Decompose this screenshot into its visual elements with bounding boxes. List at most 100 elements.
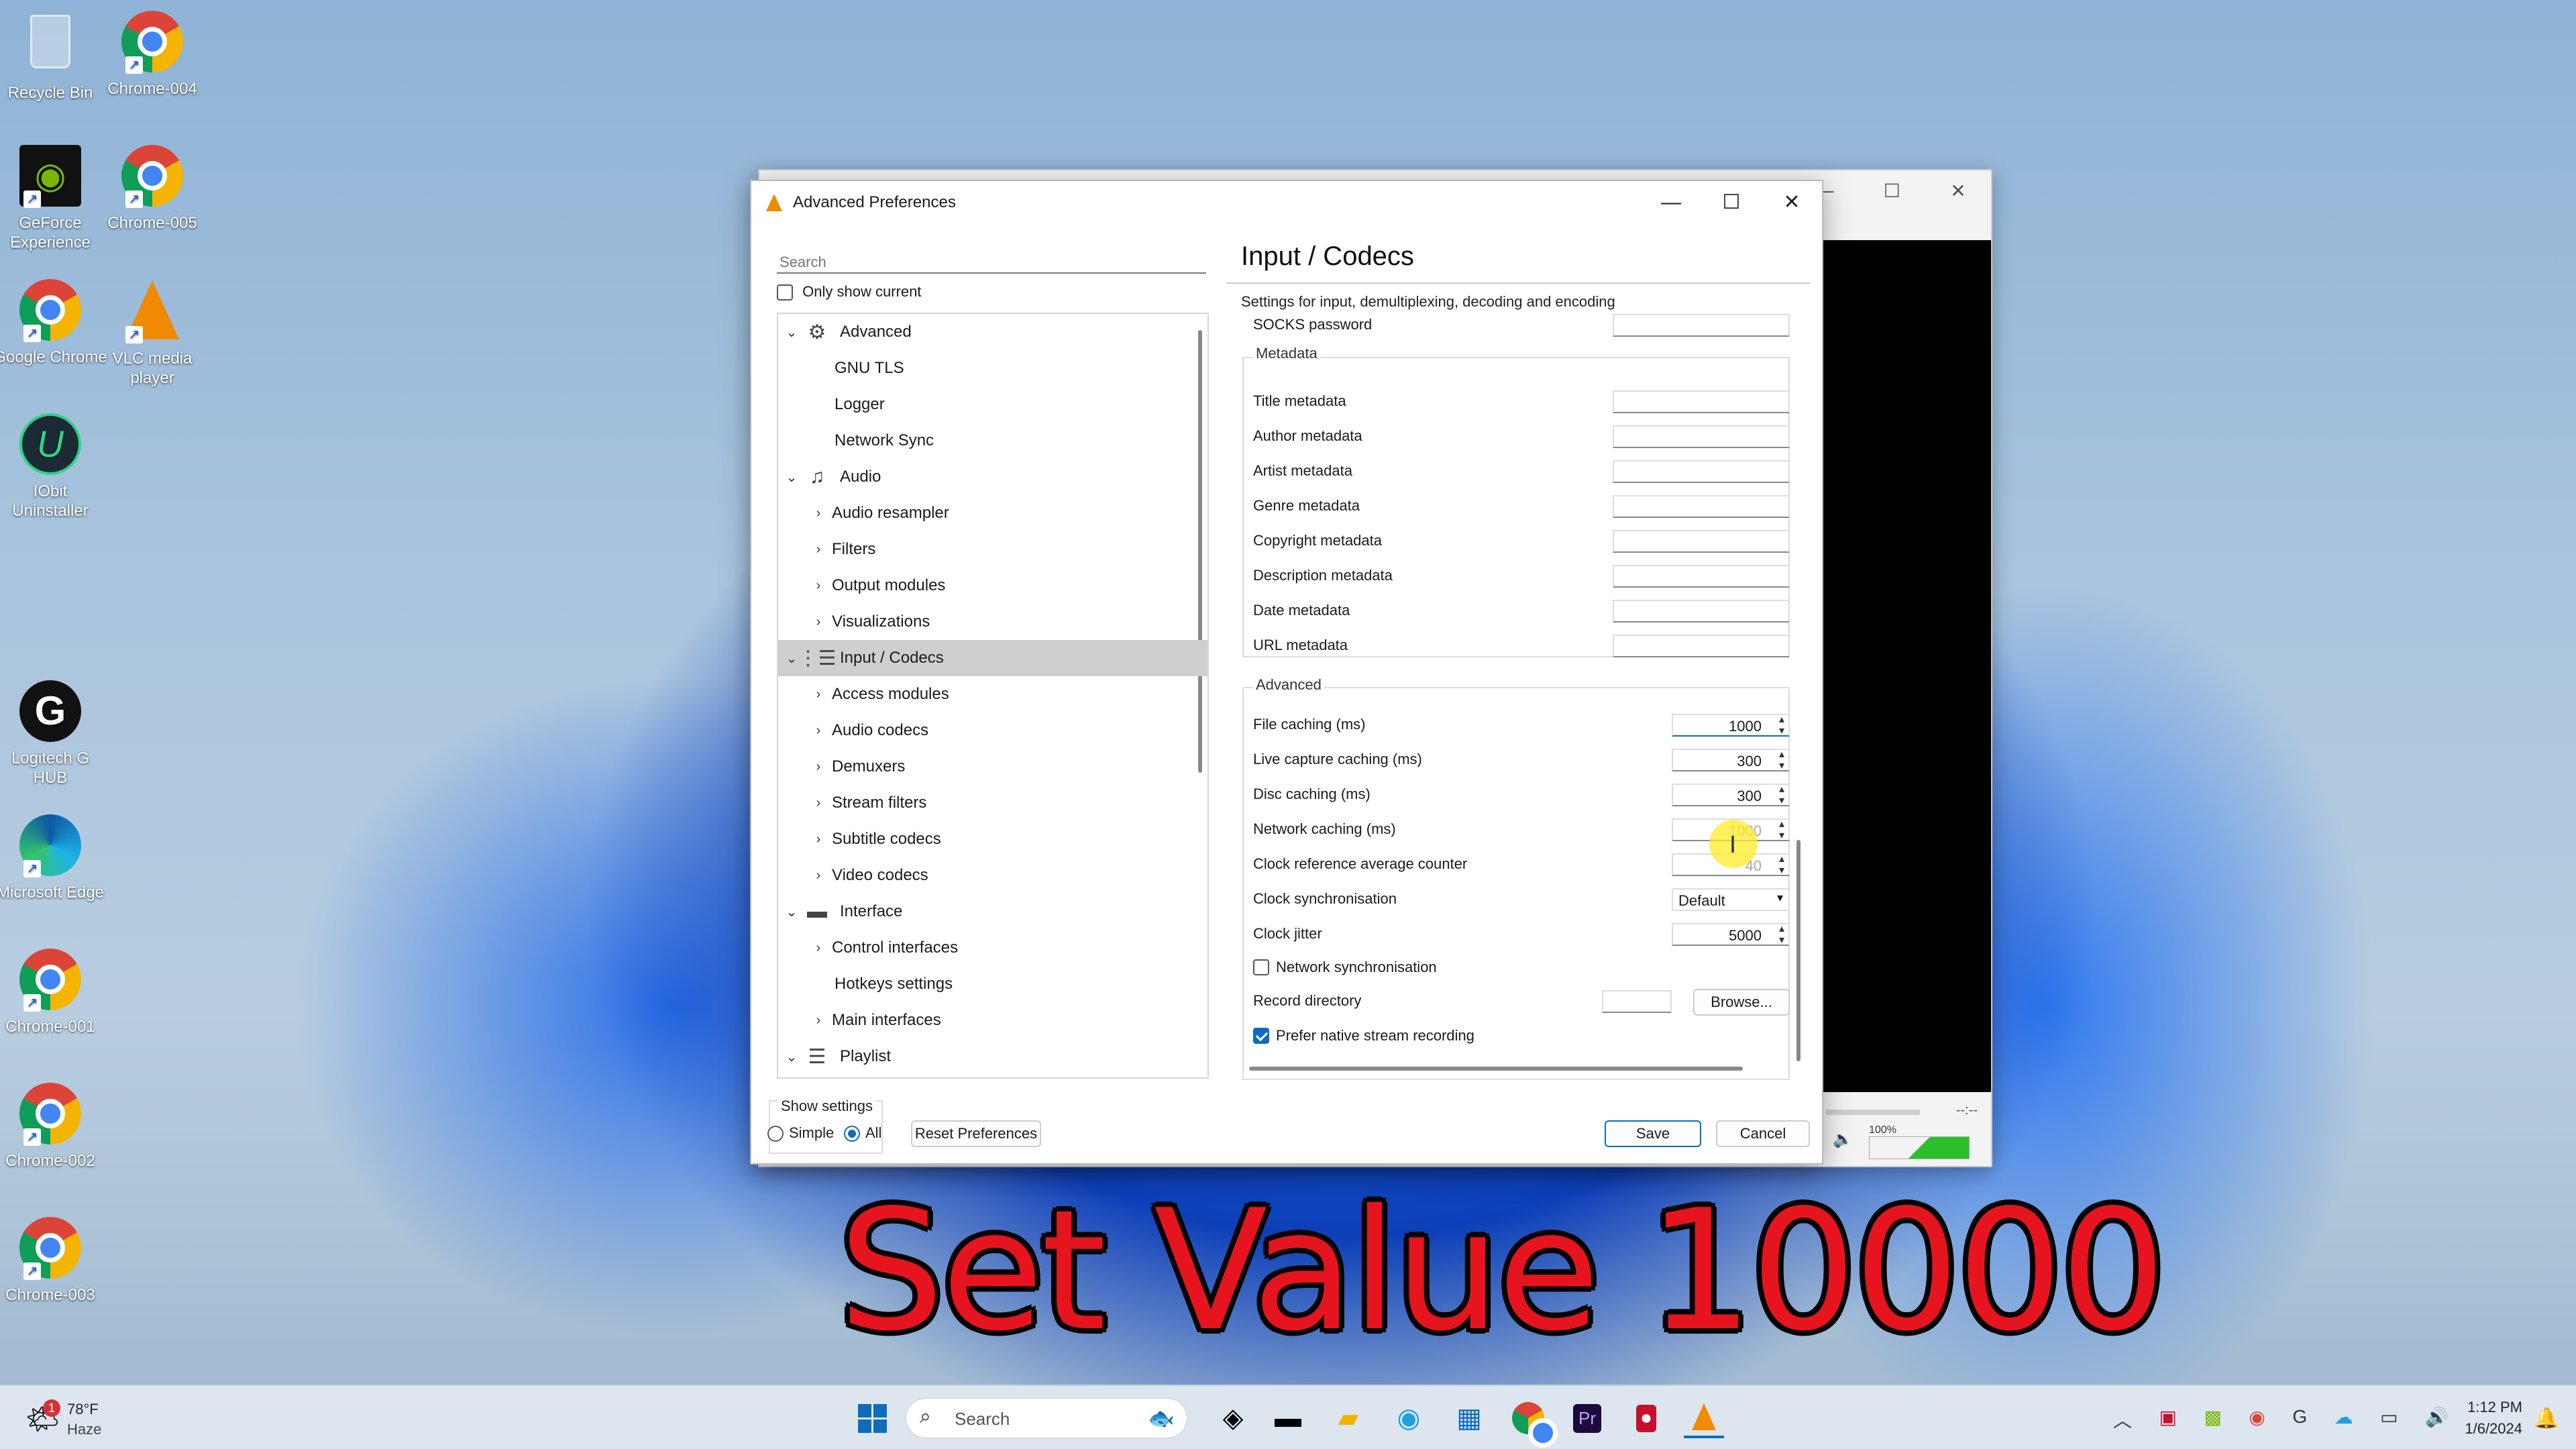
tree-item-interface[interactable]: ⌄ ▬ Interface: [778, 894, 1208, 930]
reset-preferences-button[interactable]: Reset Preferences: [911, 1120, 1041, 1147]
tree-item-subtitle-codecs[interactable]: › Subtitle codecs: [778, 821, 1208, 857]
chevron-up-icon[interactable]: ︿: [2113, 1406, 2132, 1433]
chevron-right-icon[interactable]: ›: [805, 506, 832, 521]
chevron-right-icon[interactable]: ›: [805, 614, 832, 630]
save-button[interactable]: Save: [1605, 1120, 1701, 1147]
network-icon[interactable]: ▭: [2380, 1406, 2398, 1433]
socks-password-field[interactable]: [1613, 314, 1790, 337]
maximize-icon[interactable]: ☐: [1884, 180, 1900, 202]
chevron-right-icon[interactable]: ›: [805, 578, 832, 594]
chevron-right-icon[interactable]: ›: [805, 941, 832, 956]
tree-item-main-interfaces[interactable]: › Main interfaces: [778, 1002, 1208, 1038]
desktop-icon-chrome-001[interactable]: ↗ Chrome-001: [0, 947, 107, 1036]
speaker-icon[interactable]: 🔈: [1833, 1130, 1853, 1149]
chevron-right-icon[interactable]: ›: [805, 687, 832, 702]
simple-radio-option[interactable]: Simple: [767, 1124, 834, 1142]
artist-metadata-field[interactable]: [1613, 460, 1790, 483]
browse-button[interactable]: Browse...: [1693, 989, 1790, 1016]
minimize-button[interactable]: —: [1641, 181, 1701, 224]
url-metadata-field[interactable]: [1613, 635, 1790, 657]
tree-item-network-sync[interactable]: Network Sync: [778, 423, 1208, 459]
weather-widget[interactable]: 🌤 1 78°F Haze: [20, 1398, 154, 1441]
desktop-icon-google-chrome[interactable]: ↗ Google Chrome: [0, 278, 107, 367]
chevron-down-icon[interactable]: ⌄: [778, 324, 805, 341]
chrome-tray-icon[interactable]: ◉: [2249, 1406, 2265, 1433]
network-sync-row[interactable]: Network synchronisation: [1253, 953, 1790, 982]
horizontal-scrollbar[interactable]: [1249, 1067, 1743, 1071]
tree-item-audio-resampler[interactable]: › Audio resampler: [778, 495, 1208, 531]
desktop-icon-edge[interactable]: ↗ Microsoft Edge: [0, 813, 107, 902]
tree-item-input-codecs[interactable]: ⌄ ⋮☰ Input / Codecs: [778, 640, 1208, 676]
chevron-down-icon[interactable]: ⌄: [778, 469, 805, 486]
genre-metadata-field[interactable]: [1613, 495, 1790, 518]
prefer-native-row[interactable]: Prefer native stream recording: [1253, 1021, 1790, 1051]
only-show-current[interactable]: Only show current: [777, 283, 921, 301]
close-button[interactable]: ✕: [1762, 181, 1822, 224]
tree-item-logger[interactable]: Logger: [778, 386, 1208, 423]
tree-item-video-codecs[interactable]: › Video codecs: [778, 857, 1208, 894]
tree-item-gnu-tls[interactable]: GNU TLS: [778, 350, 1208, 386]
edge-taskbar-icon[interactable]: ◉: [1389, 1398, 1429, 1438]
maximize-button[interactable]: ☐: [1701, 181, 1762, 224]
tree-item-audio[interactable]: ⌄ ♫ Audio: [778, 459, 1208, 495]
tree-item-control-interfaces[interactable]: › Control interfaces: [778, 930, 1208, 966]
desktop-icon-vlc[interactable]: ↗ VLC media player: [95, 278, 209, 388]
record-dir-field[interactable]: [1602, 990, 1672, 1013]
tree-item-playlist[interactable]: ⌄ ☰ Playlist: [778, 1038, 1208, 1075]
chevron-down-icon[interactable]: ⌄: [778, 904, 805, 920]
seek-bar[interactable]: [1826, 1110, 1920, 1115]
tree-item-access-modules[interactable]: › Access modules: [778, 676, 1208, 712]
chevron-right-icon[interactable]: ›: [805, 759, 832, 775]
file-caching-spinbox[interactable]: 1000: [1672, 714, 1790, 737]
tree-item-stream-filters[interactable]: › Stream filters: [778, 785, 1208, 821]
author-metadata-field[interactable]: [1613, 425, 1790, 448]
notification-bell-icon[interactable]: 🔔: [2526, 1398, 2567, 1438]
cloud-icon[interactable]: ☁: [2334, 1406, 2353, 1433]
desktop-icon-recycle-bin[interactable]: Recycle Bin: [0, 9, 107, 103]
vlc-taskbar-icon[interactable]: [1684, 1398, 1724, 1438]
close-icon[interactable]: ✕: [1950, 180, 1966, 202]
date-metadata-field[interactable]: [1613, 600, 1790, 623]
tree-item-output-modules[interactable]: › Output modules: [778, 568, 1208, 604]
taskbar-search[interactable]: ⌕ Search 🐟: [906, 1398, 1187, 1438]
logitech-tray-icon[interactable]: G: [2292, 1406, 2307, 1433]
disc-caching-spinbox[interactable]: 300: [1672, 784, 1790, 806]
start-button[interactable]: [852, 1398, 892, 1438]
volume-slider[interactable]: [1869, 1136, 1970, 1159]
chevron-right-icon[interactable]: ›: [805, 832, 832, 847]
tree-item-visualizations[interactable]: › Visualizations: [778, 604, 1208, 640]
clock-sync-dropdown[interactable]: Default ▾: [1672, 888, 1790, 911]
chevron-down-icon[interactable]: ⌄: [778, 1049, 805, 1065]
premiere-icon[interactable]: Pr: [1567, 1398, 1607, 1438]
only-show-current-checkbox[interactable]: [777, 284, 793, 301]
desktop-icon-geforce[interactable]: ◉ ↗ GeForce Experience: [0, 144, 107, 252]
all-radio-option[interactable]: All: [844, 1124, 881, 1142]
title-metadata-field[interactable]: [1613, 390, 1790, 413]
desktop-icon-chrome-002[interactable]: ↗ Chrome-002: [0, 1081, 107, 1171]
desktop-icon-chrome-003[interactable]: ↗ Chrome-003: [0, 1216, 107, 1305]
desktop-icon-logitech[interactable]: G Logitech G HUB: [0, 679, 107, 788]
all-radio[interactable]: [844, 1126, 860, 1142]
tree-item-advanced[interactable]: ⌄ ⚙ Advanced: [778, 314, 1208, 350]
panel-scrollbar[interactable]: [1796, 840, 1801, 1061]
live-caching-spinbox[interactable]: 300: [1672, 749, 1790, 771]
copilot-icon[interactable]: ◈: [1213, 1398, 1253, 1438]
prefer-native-checkbox[interactable]: [1253, 1028, 1269, 1044]
description-metadata-field[interactable]: [1613, 565, 1790, 588]
chevron-right-icon[interactable]: ›: [805, 542, 832, 557]
tray-app-icon[interactable]: ▣: [2159, 1406, 2177, 1433]
tree-item-demuxers[interactable]: › Demuxers: [778, 749, 1208, 785]
simple-radio[interactable]: [767, 1126, 784, 1142]
tree-item-audio-codecs[interactable]: › Audio codecs: [778, 712, 1208, 749]
tree-item-filters[interactable]: › Filters: [778, 531, 1208, 568]
desktop-icon-iobit[interactable]: U IObit Uninstaller: [0, 412, 107, 521]
chevron-right-icon[interactable]: ›: [805, 868, 832, 883]
copyright-metadata-field[interactable]: [1613, 530, 1790, 553]
chevron-right-icon[interactable]: ›: [805, 1013, 832, 1028]
desktop-icon-chrome-004[interactable]: ↗ Chrome-004: [95, 9, 209, 99]
store-icon[interactable]: ▦: [1449, 1398, 1489, 1438]
task-view-icon[interactable]: ▬: [1268, 1398, 1308, 1438]
search-input[interactable]: Search: [777, 248, 1206, 274]
file-explorer-icon[interactable]: ▰: [1328, 1398, 1368, 1438]
tree-item-hotkeys[interactable]: Hotkeys settings: [778, 966, 1208, 1002]
